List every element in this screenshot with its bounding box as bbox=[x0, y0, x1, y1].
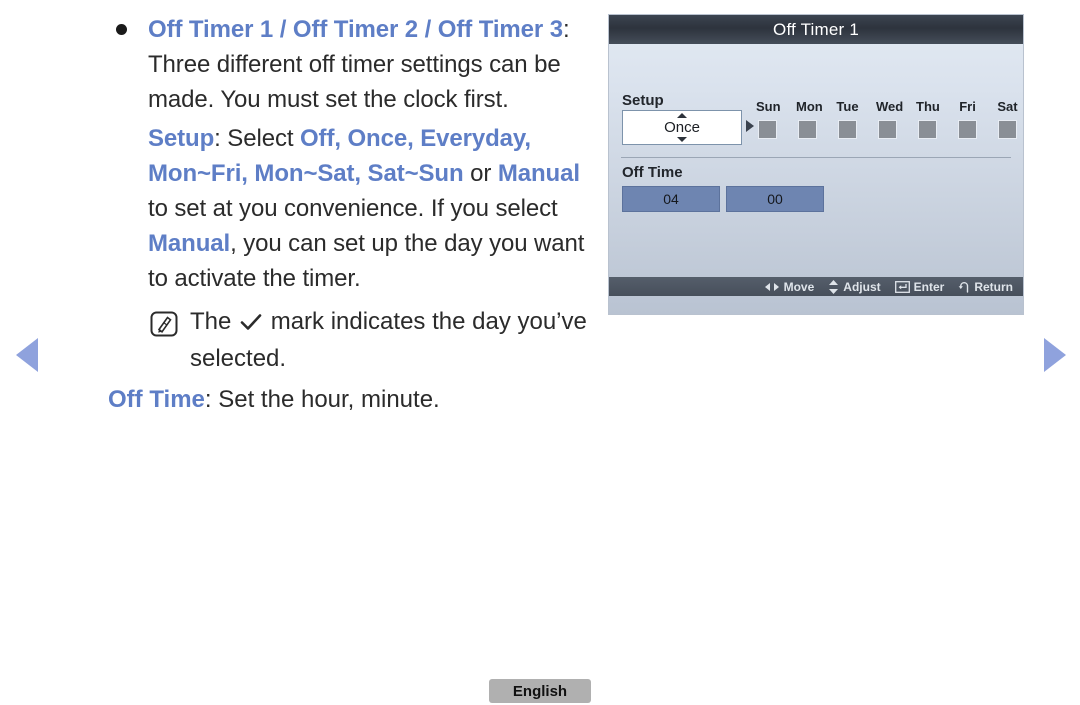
osd-title-bar: Off Timer 1 bbox=[609, 15, 1023, 44]
day-selector-row: Sun Mon Tue Wed Thu Fri Sat bbox=[756, 99, 1019, 139]
manual-keyword-2: Manual bbox=[148, 230, 231, 257]
manual-keyword: Manual bbox=[497, 160, 580, 187]
up-down-arrows-icon bbox=[829, 279, 839, 294]
spinner-down-arrow-icon[interactable] bbox=[677, 137, 687, 142]
setup-keyword: Setup bbox=[148, 125, 215, 152]
return-arrow-icon bbox=[959, 282, 969, 293]
setup-tail-text: to set at you convenience. If you select bbox=[148, 195, 558, 222]
day-cell-mon[interactable]: Mon bbox=[796, 99, 823, 139]
day-label: Sun bbox=[756, 99, 781, 114]
setup-description-paragraph: Setup: Select Off, Once, Everyday, Mon~F… bbox=[148, 121, 600, 296]
hint-adjust: Adjust bbox=[828, 279, 881, 294]
instruction-text-column: Off Timer 1 / Off Timer 2 / Off Timer 3:… bbox=[108, 12, 600, 417]
spinner-up-arrow-icon[interactable] bbox=[677, 113, 687, 118]
day-checkbox[interactable] bbox=[958, 120, 977, 139]
off-time-minute-field[interactable]: 00 bbox=[726, 186, 824, 212]
day-label: Mon bbox=[796, 99, 823, 114]
heading-colon: : bbox=[562, 16, 570, 43]
day-checkbox[interactable] bbox=[878, 120, 897, 139]
heading-timer-3: Off Timer 3 bbox=[437, 16, 563, 43]
day-cell-sat[interactable]: Sat bbox=[996, 99, 1019, 139]
hint-move: Move bbox=[764, 279, 815, 294]
day-checkbox[interactable] bbox=[918, 120, 937, 139]
off-time-value-row: 04 00 bbox=[622, 186, 824, 212]
setup-spinner-value: Once bbox=[664, 119, 700, 136]
day-checkbox[interactable] bbox=[758, 120, 777, 139]
hint-adjust-label: Adjust bbox=[843, 279, 881, 294]
language-button[interactable]: English bbox=[489, 679, 591, 703]
heading-separator-1: / bbox=[273, 16, 293, 43]
off-timer-heading-paragraph: Off Timer 1 / Off Timer 2 / Off Timer 3:… bbox=[148, 12, 600, 117]
note-text: The mark indicates the day you’ve select… bbox=[148, 304, 600, 376]
hint-enter: Enter bbox=[894, 279, 945, 294]
setup-select-text: : Select bbox=[214, 125, 300, 152]
bullet-item-off-timer: Off Timer 1 / Off Timer 2 / Off Timer 3:… bbox=[108, 12, 600, 296]
off-timer-description: Three different off timer settings can b… bbox=[148, 51, 561, 113]
day-label: Sat bbox=[997, 99, 1018, 114]
left-right-arrows-icon bbox=[764, 282, 779, 291]
section-divider bbox=[621, 157, 1011, 158]
enter-key-icon bbox=[894, 280, 910, 293]
next-page-arrow-icon[interactable] bbox=[1044, 338, 1066, 372]
note-pen-icon bbox=[150, 311, 178, 337]
osd-footer-hints: Move Adjust Enter Return bbox=[609, 277, 1023, 296]
day-cell-thu[interactable]: Thu bbox=[916, 99, 940, 139]
tv-osd-panel: Off Timer 1 Setup Once Sun Mon Tue Wed Thu Fr… bbox=[609, 15, 1023, 314]
day-cell-fri[interactable]: Fri bbox=[956, 99, 979, 139]
setup-spinner[interactable]: Once bbox=[622, 110, 742, 145]
check-mark-icon bbox=[240, 306, 262, 341]
note-block: The mark indicates the day you’ve select… bbox=[108, 304, 600, 376]
day-label: Thu bbox=[916, 99, 940, 114]
hint-return: Return bbox=[958, 280, 1013, 294]
osd-off-time-label: Off Time bbox=[622, 164, 683, 181]
setup-or-text: or bbox=[463, 160, 498, 187]
hint-move-label: Move bbox=[783, 279, 815, 294]
off-time-description-paragraph: Off Time: Set the hour, minute. bbox=[108, 382, 600, 417]
osd-body: Setup Once Sun Mon Tue Wed Thu Fri Sat Off Tim… bbox=[609, 44, 1023, 296]
off-time-description-text: : Set the hour, minute. bbox=[204, 386, 440, 413]
heading-separator-2: / bbox=[418, 16, 438, 43]
heading-timer-2: Off Timer 2 bbox=[292, 16, 419, 43]
osd-title: Off Timer 1 bbox=[773, 19, 859, 39]
day-checkbox[interactable] bbox=[798, 120, 817, 139]
day-label: Fri bbox=[959, 99, 976, 114]
previous-page-arrow-icon[interactable] bbox=[16, 338, 38, 372]
hint-enter-label: Enter bbox=[913, 279, 945, 294]
day-label: Tue bbox=[836, 99, 859, 114]
osd-setup-label: Setup bbox=[622, 92, 664, 109]
bullet-dot-icon bbox=[116, 24, 127, 35]
day-cell-sun[interactable]: Sun bbox=[756, 99, 781, 139]
day-checkbox[interactable] bbox=[838, 120, 857, 139]
off-time-keyword: Off Time bbox=[108, 386, 205, 413]
hint-return-label: Return bbox=[974, 279, 1013, 294]
off-time-hour-field[interactable]: 04 bbox=[622, 186, 720, 212]
day-cell-tue[interactable]: Tue bbox=[836, 99, 859, 139]
day-label: Wed bbox=[876, 99, 904, 114]
heading-timer-1: Off Timer 1 bbox=[148, 16, 274, 43]
day-checkbox[interactable] bbox=[998, 120, 1017, 139]
day-cell-wed[interactable]: Wed bbox=[876, 99, 904, 139]
note-prefix: The bbox=[190, 308, 239, 335]
setup-next-arrow-icon[interactable] bbox=[746, 120, 754, 132]
